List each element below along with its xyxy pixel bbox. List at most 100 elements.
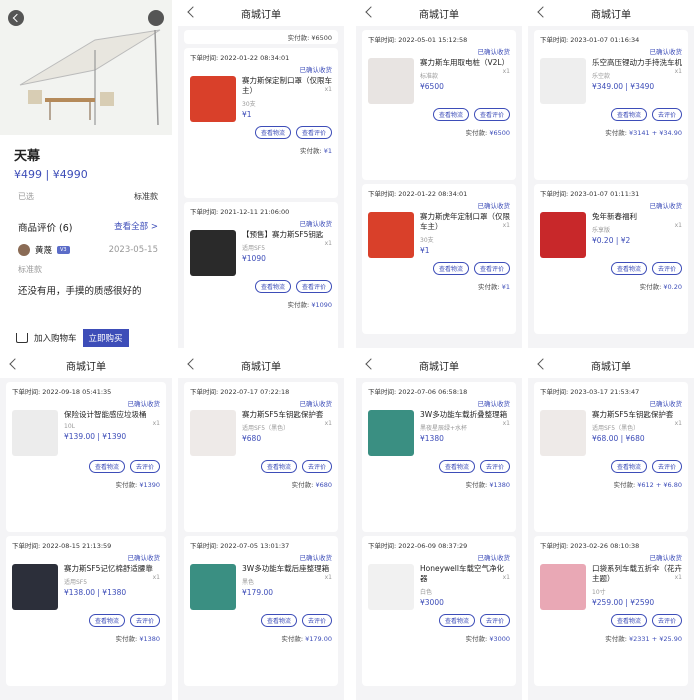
buy-now-button[interactable]: 立即购买 [82,329,129,347]
logistics-button[interactable]: 查看物流 [88,614,125,627]
product-row[interactable]: 保险设计智能感应垃圾桶 10L ¥139.00 | ¥1390 x1 [12,410,160,456]
review-text: 还没有用，手摸的质感很好的 [18,286,142,297]
back-button[interactable] [8,357,22,371]
order-status: 已确认收货 [299,220,333,228]
paid-amount: ¥1090 [311,301,332,309]
back-button[interactable] [536,5,550,19]
order-card[interactable]: 下单时间: 2023-02-26 08:10:38 已确认收货 口袋系列车载五折… [534,536,688,686]
order-card[interactable]: 下单时间: 2022-09-18 05:41:35 已确认收货 保险设计智能感应… [6,382,166,532]
back-button[interactable] [186,5,200,19]
product-row[interactable]: 赛力斯SF5车钥匙保护套 适用SF5（黑色） ¥68.00 | ¥680 x1 [540,410,682,456]
product-row[interactable]: 赛力斯虎年定制口罩（仅限车主） 30支 ¥1 x1 [368,212,510,258]
paid-row: 实付款: ¥1380 [12,633,160,643]
review-button[interactable]: 去评价 [129,460,160,473]
order-status: 已确认收货 [299,66,333,74]
product-spec: 乐享版 [592,227,611,234]
view-all-link[interactable]: 查看全部 > [114,220,158,234]
product-row[interactable]: 兔年新春福利 乐享版 ¥0.20 | ¥2 x1 [540,212,682,258]
quantity: x1 [502,574,510,581]
order-status: 已确认收货 [477,48,511,56]
order-card[interactable]: 下单时间: 2022-01-22 08:34:01 已确认收货 赛力斯虎年定制口… [362,184,516,334]
review-button[interactable]: 查看评价 [473,262,510,275]
order-card[interactable]: 下单时间: 2023-01-07 01:16:34 已确认收货 乐空高压锂动力手… [534,30,688,180]
order-card[interactable]: 下单时间: 2022-06-09 08:37:29 已确认收货 Honeywel… [362,536,516,686]
product-row[interactable]: 赛力斯SF5车钥匙保护套 适用SF5（黑色） ¥680 x1 [190,410,332,456]
logistics-button[interactable]: 查看物流 [254,126,291,139]
order-card[interactable]: 下单时间: 2023-03-17 21:53:47 已确认收货 赛力斯SF5车钥… [534,382,688,532]
add-to-cart-button[interactable]: 加入购物车 [34,332,77,344]
logistics-button[interactable]: 查看物流 [260,614,297,627]
paid-label: 实付款: [281,635,304,643]
logistics-button[interactable]: 查看物流 [260,460,297,473]
review-button[interactable]: 去评价 [651,614,682,627]
review-button[interactable]: 查看评价 [295,126,332,139]
logistics-button[interactable]: 查看物流 [610,614,647,627]
back-button[interactable] [364,357,378,371]
nav-bar: 商城订单 [0,352,172,378]
nav-bar: 商城订单 [356,352,522,378]
order-time: 下单时间: 2021-12-11 21:06:00 [190,208,290,216]
product-row[interactable]: 【预售】赛力斯SF5钥匙 适用SF5 ¥1090 x1 [190,230,332,276]
quantity: x1 [674,574,682,581]
product-row[interactable]: 3W多功能车载后座整理箱 黑色 ¥179.00 x1 [190,564,332,610]
order-card[interactable]: 下单时间: 2022-07-17 07:22:18 已确认收货 赛力斯SF5车钥… [184,382,338,532]
back-button[interactable] [364,5,378,19]
product-row[interactable]: Honeywell车载空气净化器 白色 ¥3000 x1 [368,564,510,610]
nav-bar: 商城订单 [178,352,344,378]
review-button[interactable]: 查看评价 [295,280,332,293]
review-button[interactable]: 去评价 [479,614,510,627]
share-icon[interactable] [148,10,164,26]
review-button[interactable]: 去评价 [129,614,160,627]
logistics-button[interactable]: 查看物流 [88,460,125,473]
order-list-panel: 商城订单 下单时间: 2023-01-07 01:16:34 已确认收货 乐空高… [528,0,694,348]
review-button[interactable]: 去评价 [651,108,682,121]
logistics-button[interactable]: 查看物流 [438,460,475,473]
paid-label: 实付款: [605,635,627,643]
product-spec: 适用SF5（黑色） [592,425,640,432]
back-button[interactable] [536,357,550,371]
logistics-button[interactable]: 查看物流 [610,108,647,121]
order-list-panel: 商城订单 下单时间: 2022-09-18 05:41:35 已确认收货 保险设… [0,352,172,700]
product-price: ¥1 [420,246,430,255]
order-card[interactable]: 下单时间: 2023-01-07 01:11:31 已确认收货 兔年新春福利 乐… [534,184,688,334]
logistics-button[interactable]: 查看物流 [610,262,647,275]
paid-row: 实付款: ¥680 [190,479,332,489]
product-price: ¥179.00 [242,588,274,597]
order-card[interactable]: 下单时间: 2022-07-05 13:01:37 已确认收货 3W多功能车载后… [184,536,338,686]
order-card[interactable]: 下单时间: 2022-07-06 06:58:18 已确认收货 3W多功能车载折… [362,382,516,532]
product-price: ¥1380 [420,434,444,443]
product-name: 赛力斯SF5记忆棉舒适腰靠 [64,564,153,573]
quantity: x1 [324,86,332,93]
cart-icon[interactable] [16,333,28,343]
back-button[interactable] [186,357,200,371]
order-card[interactable]: 下单时间: 2022-05-01 15:12:58 已确认收货 赛力斯车用取电桩… [362,30,516,180]
review-button[interactable]: 去评价 [651,262,682,275]
product-row[interactable]: 口袋系列车载五折伞（花卉主题） 10寸 ¥259.00 | ¥2590 x1 [540,564,682,610]
paid-row: 实付款: ¥3000 [368,633,510,643]
paid-label: 实付款: [291,481,314,489]
logistics-button[interactable]: 查看物流 [610,460,647,473]
logistics-button[interactable]: 查看物流 [438,614,475,627]
paid-label: 实付款: [465,129,488,137]
product-row[interactable]: 赛力斯车用取电桩（V2L） 标准款 ¥6500 x1 [368,58,510,104]
review-button[interactable]: 去评价 [651,460,682,473]
product-row[interactable]: 赛力斯SF5记忆棉舒适腰靠 适用SF5 ¥138.00 | ¥1380 x1 [12,564,160,610]
order-card[interactable]: 下单时间: 2022-01-22 08:34:01 已确认收货 赛力斯保定制口罩… [184,48,338,198]
review-button[interactable]: 查看评价 [473,108,510,121]
product-row[interactable]: 3W多功能车载折叠整理箱 黑夜星辰绿+水杯 ¥1380 x1 [368,410,510,456]
product-row[interactable]: 乐空高压锂动力手持洗车机 乐空款 ¥349.00 | ¥3490 x1 [540,58,682,104]
spec-selector[interactable]: 已选 标准款 [18,191,158,202]
review-button[interactable]: 去评价 [301,460,332,473]
quantity: x1 [324,574,332,581]
review-button[interactable]: 去评价 [479,460,510,473]
back-button[interactable] [8,10,24,26]
logistics-button[interactable]: 查看物流 [254,280,291,293]
order-card[interactable]: 下单时间: 2021-12-11 21:06:00 已确认收货 【预售】赛力斯S… [184,202,338,348]
logistics-button[interactable]: 查看物流 [432,108,469,121]
review-button[interactable]: 去评价 [301,614,332,627]
product-row[interactable]: 赛力斯保定制口罩（仅限车主） 30支 ¥1 x1 [190,76,332,122]
order-card-partial: 实付款: ¥6500 [184,30,338,44]
order-card[interactable]: 下单时间: 2022-08-15 21:13:59 已确认收货 赛力斯SF5记忆… [6,536,166,686]
logistics-button[interactable]: 查看物流 [432,262,469,275]
paid-row: 实付款: ¥1090 [190,299,332,309]
